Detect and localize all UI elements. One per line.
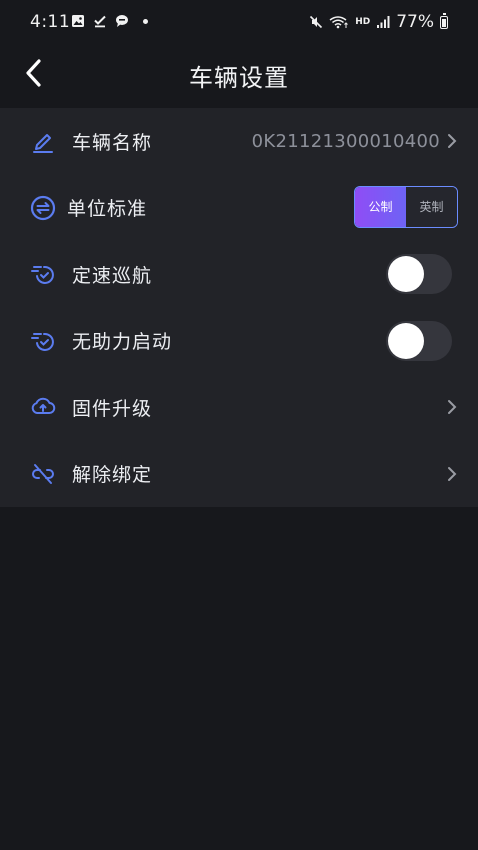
unbind-row[interactable]: 解除绑定 [0, 441, 478, 508]
edit-icon [30, 128, 56, 154]
cloud-upload-icon [30, 394, 56, 420]
chevron-right-icon [448, 466, 457, 481]
signal-icon [377, 16, 390, 28]
more-notifications-icon [143, 18, 148, 24]
unit-exchange-icon [30, 195, 56, 221]
wifi-icon [329, 16, 349, 29]
firmware-upgrade-row[interactable]: 固件升级 [0, 374, 478, 441]
battery-percent: 77% [396, 12, 434, 32]
unit-standard-label: 单位标准 [67, 198, 148, 221]
system-icons: HD 77% [309, 12, 448, 32]
no-assist-start-row: 无助力启动 [0, 308, 478, 375]
unit-standard-row: 单位标准 公制 英制 [0, 175, 478, 242]
no-assist-start-toggle[interactable] [386, 320, 452, 361]
toggle-knob [388, 322, 424, 359]
chevron-right-icon [448, 134, 457, 149]
gallery-icon [72, 15, 84, 27]
unlink-icon [30, 461, 56, 487]
speedometer-check-icon [30, 328, 56, 354]
hd-indicator: HD [355, 17, 371, 27]
cruise-control-label: 定速巡航 [72, 264, 153, 287]
cruise-control-toggle[interactable] [386, 254, 452, 295]
unit-option-metric[interactable]: 公制 [355, 186, 406, 227]
vehicle-name-row[interactable]: 车辆名称 0K21121300010400 [0, 108, 478, 175]
mute-icon [310, 15, 323, 29]
check-icon [94, 15, 106, 28]
no-assist-start-label: 无助力启动 [72, 331, 173, 354]
status-bar: 4:11 HD 77% [0, 0, 478, 44]
unbind-label: 解除绑定 [72, 464, 153, 487]
unit-segmented-control: 公制 英制 [354, 185, 458, 228]
battery-icon [440, 12, 448, 29]
unit-option-imperial[interactable]: 英制 [406, 186, 457, 227]
cruise-control-row: 定速巡航 [0, 241, 478, 308]
notification-icons [71, 14, 148, 28]
chevron-right-icon [448, 400, 457, 415]
settings-list: 车辆名称 0K21121300010400 单位标准 公制 英制 定速巡航 无助… [0, 108, 478, 507]
firmware-upgrade-label: 固件升级 [72, 397, 153, 420]
vehicle-name-label: 车辆名称 [72, 131, 153, 154]
chat-icon [116, 15, 128, 27]
toggle-knob [388, 256, 424, 293]
app-header: 车辆设置 [0, 44, 478, 108]
speedometer-icon [30, 261, 56, 287]
vehicle-name-value: 0K21121300010400 [251, 130, 440, 152]
status-time: 4:11 [30, 12, 71, 32]
page-title: 车辆设置 [189, 64, 289, 92]
